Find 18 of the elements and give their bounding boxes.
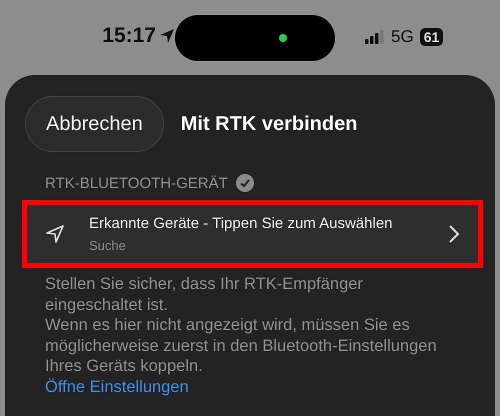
device-list-title: Erkannte Geräte - Tippen Sie zum Auswählen	[89, 215, 394, 232]
help-text: Wenn es hier nicht angezeigt wird, müssen Sie es möglicherweise zuerst in den Bluetooth-Einstellungen Ihres Geräts koppeln.	[45, 315, 438, 376]
navigation-arrow-icon	[45, 224, 65, 244]
network-label: 5G	[391, 27, 414, 47]
open-settings-link[interactable]: Öffne Einstellungen	[45, 378, 189, 396]
section-title: RTK-BLUETOOTH-GERÄT	[45, 174, 228, 192]
battery-indicator: 61	[420, 28, 444, 46]
sheet-title: Mit RTK verbinden	[180, 112, 358, 136]
camera-indicator-icon	[279, 34, 287, 42]
device-list-status: Suche	[89, 238, 127, 253]
signal-icon	[365, 30, 385, 44]
location-arrow-icon	[159, 28, 175, 44]
cancel-button[interactable]: Abbrechen	[25, 96, 164, 152]
status-time: 15:17	[102, 24, 156, 48]
help-text: Stellen Sie sicher, dass Ihr RTK-Empfänger eingeschaltet ist.	[45, 274, 364, 315]
checkmark-icon	[236, 174, 254, 192]
device-list-item[interactable]: Erkannte Geräte - Tippen Sie zum Auswählen Suche	[27, 205, 478, 263]
chevron-right-icon	[448, 224, 460, 244]
